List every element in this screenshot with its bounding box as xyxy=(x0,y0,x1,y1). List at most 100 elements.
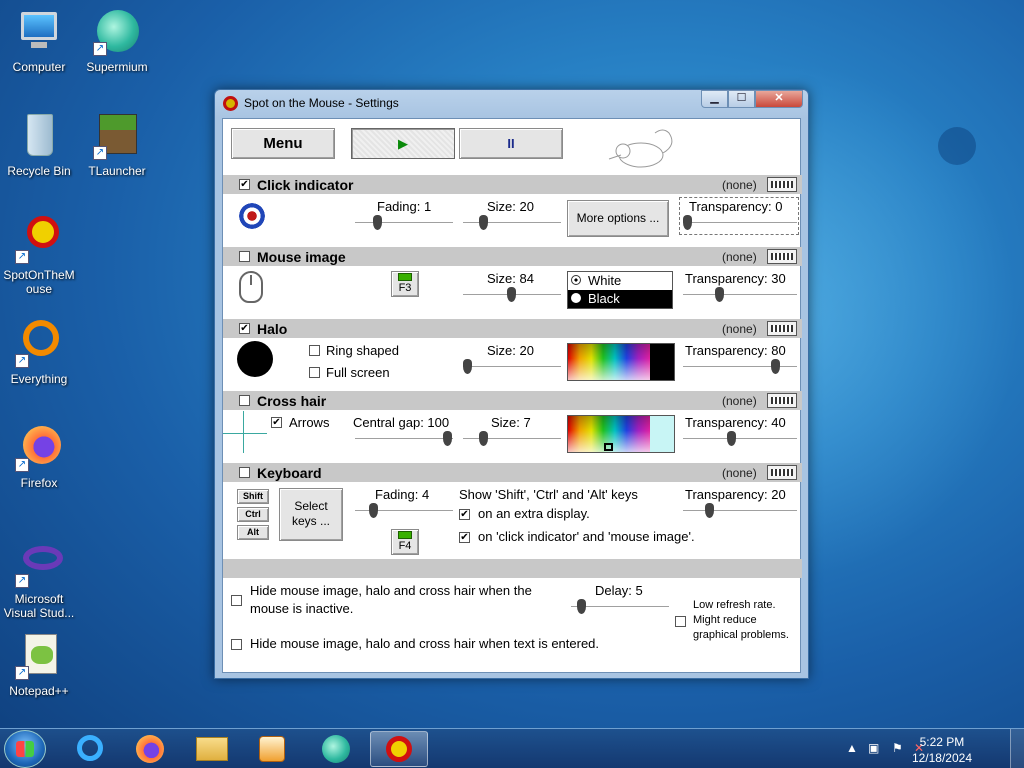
halo-transparency-slider[interactable] xyxy=(683,359,797,375)
radio-white[interactable]: White xyxy=(568,272,672,290)
keyboard-transparency-slider[interactable] xyxy=(683,503,797,519)
select-keys-button[interactable]: Select keys ... xyxy=(279,488,343,541)
halo-label: Halo xyxy=(257,321,288,337)
crosshair-color-palette[interactable] xyxy=(567,415,675,453)
wallpaper-orb xyxy=(938,127,976,165)
click-indicator-checkbox[interactable]: ✔ xyxy=(239,179,250,190)
full-screen-label: Full screen xyxy=(326,365,390,380)
click-size-slider[interactable] xyxy=(463,215,561,231)
keyboard-checkbox[interactable] xyxy=(239,467,250,478)
radio-button[interactable] xyxy=(571,293,581,303)
central-gap-slider[interactable] xyxy=(355,431,453,447)
minimize-button[interactable]: ▁ xyxy=(701,90,728,108)
desktop-icon-notepadpp[interactable]: ↗ Notepad++ xyxy=(0,632,78,698)
window-title: Spot on the Mouse - Settings xyxy=(244,96,399,110)
taskbar-media-button[interactable] xyxy=(246,731,298,767)
f3-hotkey-button[interactable]: F3 xyxy=(391,271,419,297)
taskbar-ie-button[interactable] xyxy=(64,731,116,767)
maximize-button[interactable]: ☐ xyxy=(728,90,755,108)
halo-checkbox[interactable]: ✔ xyxy=(239,323,250,334)
low-refresh-label-3: graphical problems. xyxy=(693,629,789,641)
show-desktop-button[interactable] xyxy=(1010,729,1024,768)
ring-shaped-checkbox[interactable] xyxy=(309,345,320,356)
desktop-icon-spotonthemouse[interactable]: ↗ SpotOnTheMouse xyxy=(0,216,78,296)
keyboard-header: Keyboard (none) xyxy=(223,463,802,482)
keyboard-shortcut-icon[interactable] xyxy=(767,249,797,264)
desktop-icon-everything[interactable]: ↗ Everything xyxy=(0,320,78,386)
hide-text-checkbox[interactable] xyxy=(231,639,242,650)
halo-size-slider[interactable] xyxy=(463,359,561,375)
keyboard-shortcut-icon[interactable] xyxy=(767,393,797,408)
radio-black[interactable]: Black xyxy=(568,290,672,308)
delay-slider[interactable] xyxy=(571,599,669,615)
desktop-icon-label: Notepad++ xyxy=(9,684,69,698)
shortcut-arrow-icon: ↗ xyxy=(15,250,29,264)
shortcut-arrow-icon: ↗ xyxy=(15,458,29,472)
show-hidden-icons-icon[interactable]: ▲ xyxy=(846,741,858,755)
desktop-icon-visual-studio[interactable]: ↗ Microsoft Visual Stud... xyxy=(0,540,78,620)
mouse-size-slider[interactable] xyxy=(463,287,561,303)
f4-hotkey-button[interactable]: F4 xyxy=(391,529,419,555)
desktop-icon-label: TLauncher xyxy=(88,164,146,178)
taskbar-supermium-button[interactable] xyxy=(310,731,362,767)
click-fading-slider[interactable] xyxy=(355,215,453,231)
crosshair-size-slider[interactable] xyxy=(463,431,561,447)
taskbar-explorer-button[interactable] xyxy=(186,731,238,767)
hide-inactive-checkbox[interactable] xyxy=(231,595,242,606)
taskbar-spotonthemouse-button[interactable] xyxy=(370,731,428,767)
desktop-icon-supermium[interactable]: ↗ Supermium xyxy=(78,8,156,74)
cross-hair-checkbox[interactable] xyxy=(239,395,250,406)
desktop-icon-recycle-bin[interactable]: Recycle Bin xyxy=(0,112,78,178)
size-label: Size: 84 xyxy=(487,271,534,286)
selected-color-swatch xyxy=(650,344,674,380)
crosshair-transparency-slider[interactable] xyxy=(683,431,797,447)
full-screen-checkbox[interactable] xyxy=(309,367,320,378)
mouse-image-label: Mouse image xyxy=(257,249,346,265)
keyboard-shortcut-icon[interactable] xyxy=(767,321,797,336)
folder-icon xyxy=(196,737,228,761)
click-indicator-keys-checkbox[interactable]: ✔ xyxy=(459,532,470,543)
clock-date: 12/18/2024 xyxy=(911,751,972,765)
pause-button[interactable]: II xyxy=(459,128,563,159)
show-keys-label: Show 'Shift', 'Ctrl' and 'Alt' keys xyxy=(459,487,638,502)
mouse-image-checkbox[interactable] xyxy=(239,251,250,262)
delay-label: Delay: 5 xyxy=(595,583,643,598)
close-button[interactable]: ✕ xyxy=(755,90,803,108)
hide-inactive-label-2: mouse is inactive. xyxy=(250,601,354,616)
arrows-checkbox[interactable]: ✔ xyxy=(271,417,282,428)
desktop-icon-label: Supermium xyxy=(86,60,148,74)
start-button[interactable] xyxy=(4,730,46,768)
title-bar[interactable]: Spot on the Mouse - Settings ▁ ☐ ✕ xyxy=(215,90,808,118)
extra-display-checkbox[interactable]: ✔ xyxy=(459,509,470,520)
halo-color-palette[interactable] xyxy=(567,343,675,381)
media-player-icon xyxy=(259,736,285,762)
low-refresh-checkbox[interactable] xyxy=(675,616,686,627)
menu-button[interactable]: Menu xyxy=(231,128,335,159)
desktop-icon-tlauncher[interactable]: ↗ TLauncher xyxy=(78,112,156,178)
play-button[interactable]: ▶ xyxy=(351,128,455,159)
fading-label: Fading: 1 xyxy=(377,199,432,214)
desktop-icon-firefox[interactable]: ↗ Firefox xyxy=(0,424,78,490)
black-label: Black xyxy=(588,291,620,306)
keyboard-shortcut-icon[interactable] xyxy=(767,177,797,192)
click-indicator-keys-label: on 'click indicator' and 'mouse image'. xyxy=(478,529,695,544)
color-radio-group: White Black xyxy=(567,271,673,309)
keyboard-shortcut-icon[interactable] xyxy=(767,465,797,480)
f4-label: F4 xyxy=(398,540,412,552)
more-options-button[interactable]: More options ... xyxy=(567,200,669,237)
spot-target-icon xyxy=(386,736,412,762)
windows-logo-icon xyxy=(16,741,34,757)
radio-button-selected[interactable] xyxy=(571,275,581,285)
click-transparency-slider[interactable] xyxy=(683,215,797,231)
mouse-logo-icon xyxy=(608,129,673,168)
taskbar-firefox-button[interactable] xyxy=(124,731,176,767)
desktop-icon-computer[interactable]: Computer xyxy=(0,8,78,74)
transparency-label: Transparency: 40 xyxy=(685,415,786,430)
desktop-icon-label: Recycle Bin xyxy=(7,164,71,178)
network-icon[interactable]: ▣ xyxy=(868,741,879,755)
keyboard-fading-slider[interactable] xyxy=(355,503,453,519)
system-clock[interactable]: 5:22 PM 12/18/2024 xyxy=(912,734,972,766)
action-center-flag-icon[interactable]: ⚑ xyxy=(892,741,903,755)
mouse-transparency-slider[interactable] xyxy=(683,287,797,303)
clock-time: 5:22 PM xyxy=(919,735,965,749)
